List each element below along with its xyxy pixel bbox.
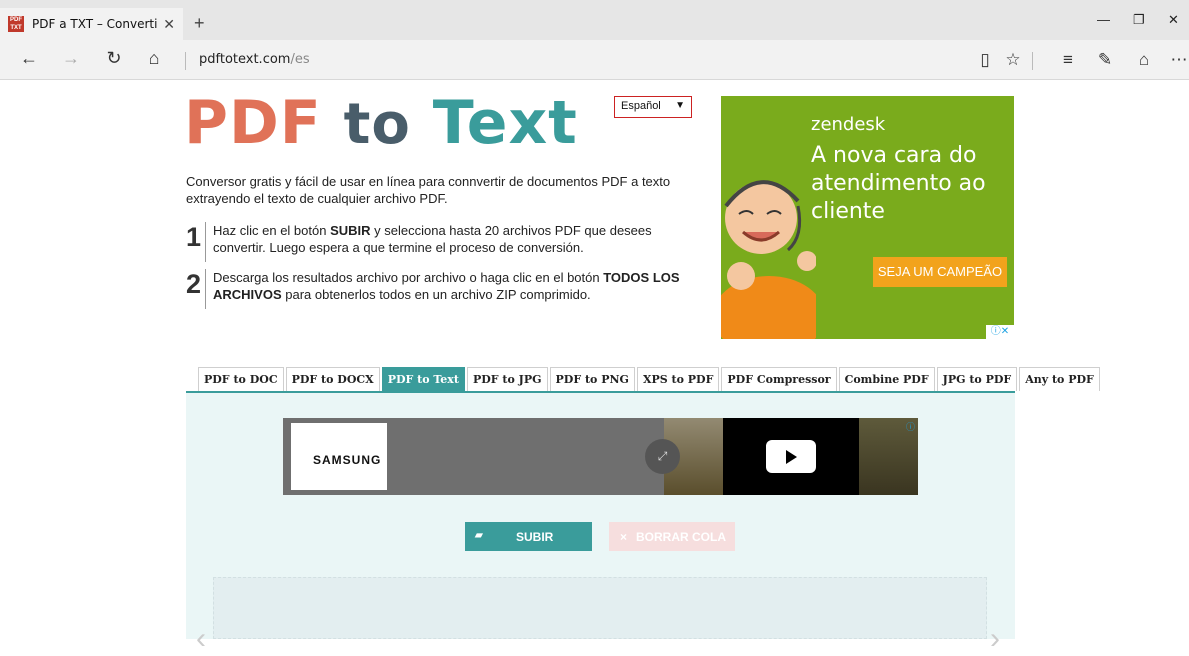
site-logo[interactable]: PDF to Text — [184, 88, 578, 158]
upload-label: SUBIR — [516, 530, 554, 544]
folder-open-icon: ▰ — [475, 530, 483, 541]
tab-pdf-to-text[interactable]: PDF to Text — [381, 367, 465, 391]
ad-headline: A nova cara do atendimento ao cliente — [811, 143, 986, 224]
tab-title: PDF a TXT – Convertir P — [32, 17, 157, 31]
ad-info-icon[interactable]: ⓘ — [906, 420, 915, 433]
expand-icon[interactable]: ⤢ — [645, 439, 680, 474]
close-window-icon[interactable]: ✕ — [1168, 12, 1179, 28]
refresh-icon[interactable]: ↻ — [102, 48, 126, 69]
step-number: 2 — [186, 269, 202, 299]
tab-pdf-compressor[interactable]: PDF Compressor — [721, 367, 837, 391]
ad-choices-icon[interactable]: ⓘ✕ — [986, 325, 1014, 339]
ad-cta-button[interactable]: SEJA UM CAMPEÃO — [873, 257, 1007, 287]
samsung-video-ad[interactable]: SAMSUNG ⤢ ⓘ — [283, 418, 918, 495]
back-icon[interactable]: ← — [17, 48, 41, 69]
home-icon[interactable]: ⌂ — [142, 48, 166, 69]
logo-to: to — [343, 92, 411, 157]
tool-tabs: PDF to DOC PDF to DOCX PDF to Text PDF t… — [198, 367, 1102, 391]
url-path: /es — [290, 52, 310, 67]
tab-pdf-to-docx[interactable]: PDF to DOCX — [285, 367, 380, 391]
new-tab-icon[interactable]: + — [194, 13, 205, 34]
web-note-icon[interactable]: ✎ — [1094, 50, 1116, 70]
intro-text: Conversor gratis y fácil de usar en líne… — [186, 174, 671, 206]
restore-icon[interactable]: ❐ — [1133, 12, 1145, 28]
buddha-illustration — [721, 180, 816, 339]
tab-any-to-pdf[interactable]: Any to PDF — [1019, 367, 1100, 391]
zendesk-logo: zendesk — [811, 114, 886, 135]
zendesk-ad[interactable]: zendesk A nova cara do atendimento ao cl… — [721, 96, 1014, 339]
samsung-logo-box: SAMSUNG — [291, 423, 387, 490]
close-icon: × — [620, 530, 628, 544]
chevron-down-icon: ▼ — [675, 100, 685, 111]
address-bar: ← → ↻ ⌂ pdftotext.com/es ▯ ☆ ≡ ✎ ⌂ ⋯ — [0, 40, 1189, 80]
pdf-favicon-icon: PDF TXT — [8, 16, 24, 32]
step-divider — [205, 222, 206, 262]
step-divider — [205, 269, 206, 309]
language-select[interactable]: Español ▼ — [614, 96, 692, 118]
samsung-logo: SAMSUNG — [313, 453, 382, 467]
language-value: Español — [621, 100, 661, 112]
favorite-star-icon[interactable]: ☆ — [1002, 50, 1024, 70]
browser-tab[interactable]: PDFTXT PDF a TXT – Convertir P ✕ — [0, 8, 183, 40]
upload-button[interactable]: ▰ SUBIR — [465, 522, 592, 551]
logo-pdf: PDF — [184, 88, 322, 158]
tab-jpg-to-pdf[interactable]: JPG to PDF — [936, 367, 1018, 391]
step-text: Descarga los resultados archivo por arch… — [213, 270, 680, 302]
tab-combine-pdf[interactable]: Combine PDF — [838, 367, 935, 391]
step-number: 1 — [186, 222, 202, 252]
clear-queue-label: BORRAR COLA — [636, 530, 726, 544]
step-text: Haz clic en el botón SUBIR y selecciona … — [213, 223, 652, 255]
clear-queue-button[interactable]: × BORRAR COLA — [609, 522, 735, 551]
hub-icon[interactable]: ≡ — [1057, 50, 1079, 70]
tab-strip: PDFTXT PDF a TXT – Convertir P ✕ + — ❐ ✕ — [0, 0, 1189, 40]
scroll-left-icon[interactable]: ‹ — [196, 622, 206, 656]
url-field[interactable]: pdftotext.com/es — [199, 52, 310, 67]
tab-pdf-to-png[interactable]: PDF to PNG — [549, 367, 635, 391]
share-icon[interactable]: ⌂ — [1133, 50, 1155, 70]
scroll-right-icon[interactable]: › — [990, 622, 1000, 656]
divider — [1032, 52, 1033, 70]
logo-text: Text — [432, 88, 578, 158]
play-icon — [786, 450, 797, 464]
forward-icon[interactable]: → — [59, 48, 83, 69]
tab-xps-to-pdf[interactable]: XPS to PDF — [636, 367, 720, 391]
more-icon[interactable]: ⋯ — [1168, 50, 1189, 70]
divider — [185, 52, 186, 70]
close-tab-icon[interactable]: ✕ — [163, 16, 175, 33]
play-button[interactable] — [766, 440, 816, 473]
url-host: pdftotext.com — [199, 52, 291, 67]
reading-view-icon[interactable]: ▯ — [974, 50, 996, 70]
minimize-icon[interactable]: — — [1097, 12, 1110, 27]
tab-pdf-to-jpg[interactable]: PDF to JPG — [466, 367, 548, 391]
tab-pdf-to-doc[interactable]: PDF to DOC — [198, 367, 284, 391]
file-drop-zone[interactable] — [213, 577, 987, 639]
